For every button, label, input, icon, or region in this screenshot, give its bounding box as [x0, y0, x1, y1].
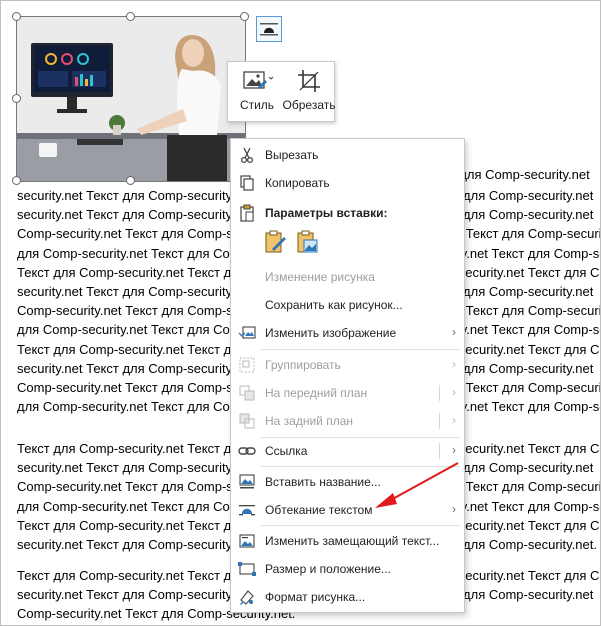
menu-item-change-picture[interactable]: Изменить изображение › [231, 319, 464, 347]
menu-item-wrap-text[interactable]: Обтекание текстом › [231, 496, 464, 524]
submenu-arrow-icon: › [452, 385, 456, 399]
resize-handle-bottom-left[interactable] [12, 176, 21, 185]
caption-icon [239, 474, 255, 489]
layout-options-button[interactable] [256, 16, 282, 42]
menu-item-copy[interactable]: Копировать [231, 169, 464, 197]
menu-label: На задний план [265, 414, 354, 428]
menu-label: Сохранить как рисунок... [265, 298, 403, 312]
crop-label: Обрезать [282, 98, 336, 112]
crop-button[interactable]: Обрезать [282, 62, 336, 121]
paste-option-picture[interactable] [295, 229, 319, 255]
style-label: Стиль [239, 98, 275, 112]
menu-item-group: Группировать › [231, 351, 464, 379]
menu-label: Изменить изображение [265, 326, 397, 340]
menu-label: Группировать [265, 358, 341, 372]
menu-separator [261, 525, 460, 526]
menu-item-insert-caption[interactable]: Вставить название... [231, 468, 464, 496]
paste-options-header-row: Параметры вставки: [231, 199, 464, 227]
menu-separator [261, 349, 460, 350]
resize-handle-top[interactable] [126, 12, 135, 21]
split-divider [439, 385, 440, 401]
picture-content [17, 17, 245, 181]
layout-options-icon [260, 23, 278, 36]
mini-toolbar: Стиль Обрезать [227, 61, 335, 122]
context-menu: Вырезать Копировать Параметры вставки: И… [230, 138, 465, 613]
menu-item-cut[interactable]: Вырезать [231, 141, 464, 169]
link-icon [238, 447, 256, 455]
clipboard-icon [240, 204, 254, 222]
format-picture-icon [240, 590, 254, 605]
paste-options-header: Параметры вставки: [265, 206, 388, 220]
scissors-icon [240, 147, 254, 164]
menu-label: Изменить замещающий текст... [265, 534, 440, 548]
paste-keep-icon [265, 230, 286, 253]
menu-item-format-picture[interactable]: Формат рисунка... [231, 583, 464, 611]
copy-icon [240, 175, 254, 191]
resize-handle-top-left[interactable] [12, 12, 21, 21]
menu-label: Вставить название... [265, 475, 381, 489]
menu-item-send-to-back: На задний план › [231, 407, 464, 435]
menu-item-edit-alt-text[interactable]: Изменить замещающий текст... [231, 527, 464, 555]
split-divider [439, 443, 440, 459]
menu-label: Ссылка [265, 444, 308, 458]
paste-option-keep-format[interactable] [263, 229, 287, 255]
menu-label: Изменение рисунка [265, 270, 375, 284]
menu-item-size-position[interactable]: Размер и положение... [231, 555, 464, 583]
paste-picture-icon [297, 230, 318, 253]
resize-handle-bottom[interactable] [126, 176, 135, 185]
submenu-arrow-icon: › [452, 357, 456, 371]
bring-front-icon [239, 385, 255, 401]
document-page[interactable]: Текст для Comp-security.net security.net… [0, 0, 601, 626]
submenu-arrow-icon: › [452, 502, 456, 516]
menu-item-link[interactable]: Ссылка › [231, 437, 464, 465]
menu-item-save-as-picture[interactable]: Сохранить как рисунок... [231, 291, 464, 319]
group-icon [239, 357, 255, 373]
submenu-arrow-icon: › [452, 325, 456, 339]
menu-label: Размер и положение... [265, 562, 391, 576]
submenu-arrow-icon: › [452, 413, 456, 427]
menu-label: Копировать [265, 176, 330, 190]
resize-handle-left[interactable] [12, 94, 21, 103]
menu-label: Формат рисунка... [265, 590, 366, 604]
change-picture-icon [238, 326, 256, 339]
split-divider [439, 413, 440, 429]
menu-label: Вырезать [265, 148, 319, 162]
send-back-icon [239, 413, 255, 429]
menu-separator [261, 466, 460, 467]
wrap-text-icon [239, 505, 255, 516]
menu-item-edit-picture: Изменение рисунка [231, 263, 464, 291]
menu-label: Обтекание текстом [265, 503, 373, 517]
alt-text-icon [239, 534, 255, 548]
style-button[interactable]: Стиль [232, 62, 282, 121]
size-position-icon [238, 562, 256, 576]
crop-icon [298, 70, 320, 92]
resize-handle-top-right[interactable] [240, 12, 249, 21]
submenu-arrow-icon: › [452, 443, 456, 457]
menu-item-bring-to-front: На передний план › [231, 379, 464, 407]
inserted-picture[interactable] [16, 16, 246, 182]
menu-label: На передний план [265, 386, 368, 400]
style-icon [243, 71, 274, 89]
